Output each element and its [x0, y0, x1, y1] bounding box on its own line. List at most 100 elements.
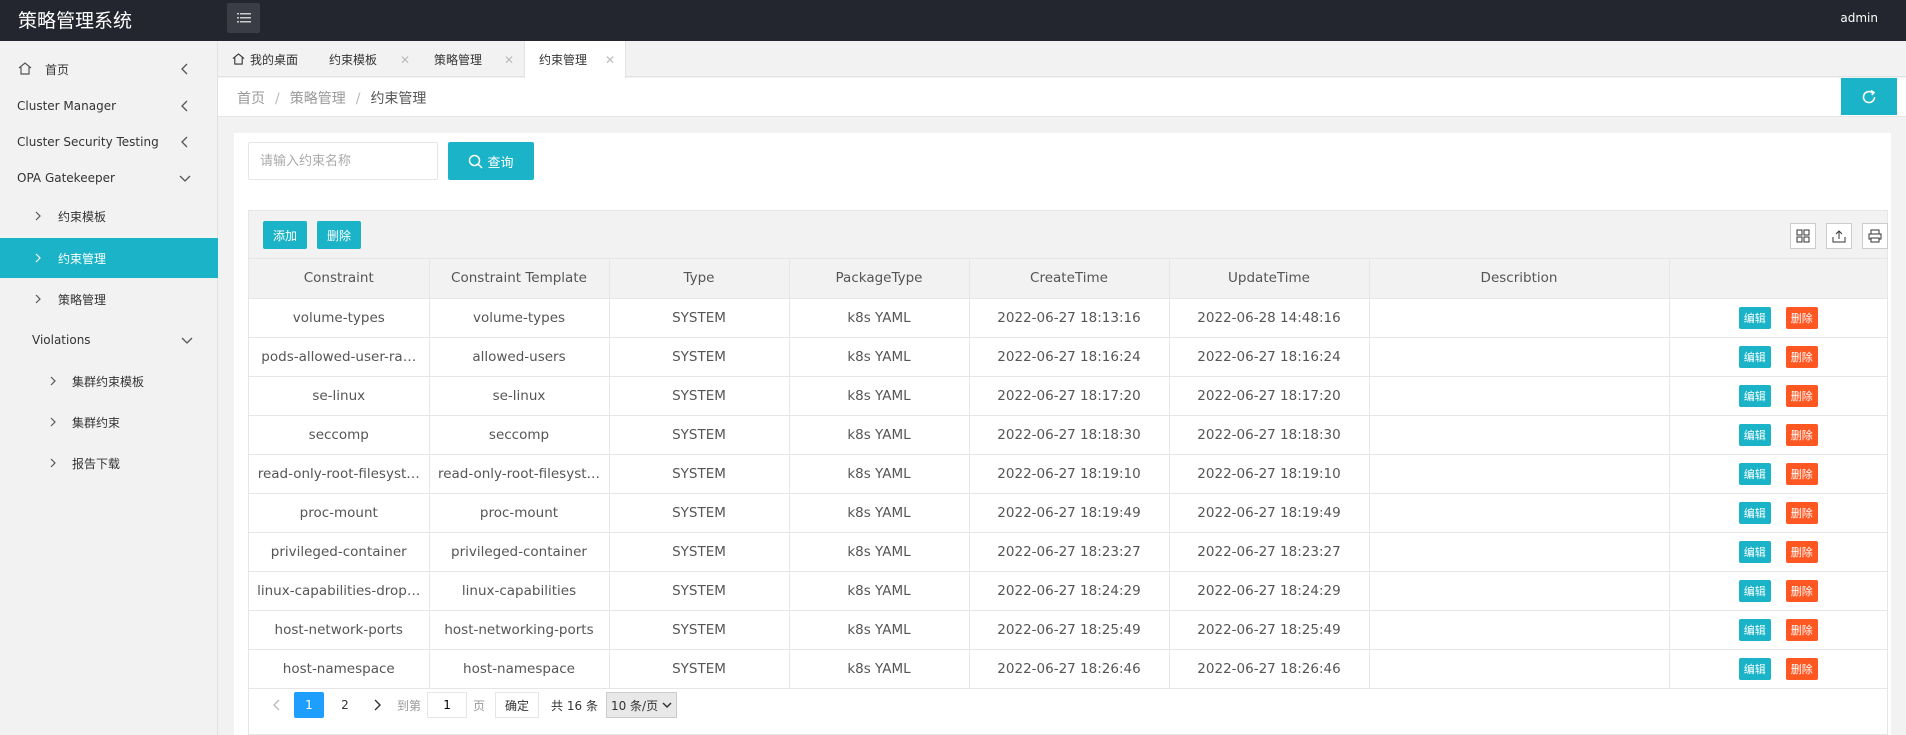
- sidebar-item-report-download[interactable]: 报告下载: [0, 443, 218, 483]
- tab-constraint-templates[interactable]: 约束模板 ✕: [316, 41, 420, 77]
- edit-button[interactable]: 编辑: [1738, 540, 1771, 563]
- edit-button[interactable]: 编辑: [1738, 579, 1771, 602]
- tab-policy-management[interactable]: 策略管理 ✕: [420, 41, 524, 77]
- breadcrumb-item-policy[interactable]: 策略管理: [290, 91, 346, 107]
- export-icon: [1832, 230, 1846, 243]
- sidebar-item-cluster-constraints[interactable]: 集群约束: [0, 402, 218, 442]
- chevron-left-icon: [273, 699, 280, 711]
- batch-delete-button[interactable]: 删除: [317, 221, 362, 249]
- sidebar-item-label: 报告下载: [72, 456, 121, 471]
- page-1-button[interactable]: 1: [294, 692, 324, 718]
- cell-package-type: k8s YAML: [789, 376, 970, 416]
- column-header-update-time[interactable]: UpdateTime: [1169, 259, 1370, 299]
- delete-button[interactable]: 删除: [1785, 501, 1818, 524]
- search-input[interactable]: [248, 142, 438, 180]
- search-button[interactable]: 查询: [448, 142, 534, 180]
- edit-button[interactable]: 编辑: [1738, 618, 1771, 641]
- edit-button[interactable]: 编辑: [1738, 423, 1771, 446]
- cell-type: SYSTEM: [609, 649, 790, 689]
- top-header: 策略管理系统 admin: [0, 0, 1906, 41]
- data-table-container: 添加 删除 Constraint Constraint Template Typ…: [248, 210, 1888, 735]
- cell-constraint-template: host-networking-ports: [429, 610, 610, 650]
- goto-page-input[interactable]: [427, 692, 468, 718]
- table-row: seccomp seccomp SYSTEM k8s YAML 2022-06-27 1…: [249, 415, 1887, 455]
- total-count: 共 16 条: [551, 698, 598, 713]
- table-row: linux-capabilities-drop… linux-capabiliti…: [249, 571, 1887, 611]
- cell-description: [1369, 298, 1670, 338]
- breadcrumb-item-home[interactable]: 首页: [237, 91, 265, 107]
- column-header-package-type[interactable]: PackageType: [789, 259, 970, 299]
- cell-constraint: se-linux: [249, 376, 430, 416]
- sidebar-item-opa-gatekeeper[interactable]: OPA Gatekeeper: [0, 158, 218, 198]
- chevron-left-icon: [181, 136, 188, 148]
- add-button[interactable]: 添加: [263, 221, 308, 249]
- sidebar-item-policy-management[interactable]: 策略管理: [0, 279, 218, 319]
- sidebar-item-cluster-manager[interactable]: Cluster Manager: [0, 86, 218, 126]
- sidebar-item-violations[interactable]: Violations: [0, 320, 218, 360]
- column-header-type[interactable]: Type: [609, 259, 790, 299]
- close-icon[interactable]: ✕: [400, 53, 410, 67]
- sidebar-item-cluster-constraint-templates[interactable]: 集群约束模板: [0, 361, 218, 401]
- cell-description: [1369, 610, 1670, 650]
- column-header-create-time[interactable]: CreateTime: [969, 259, 1170, 299]
- column-header-constraint-template[interactable]: Constraint Template: [429, 259, 610, 299]
- cell-type: SYSTEM: [609, 337, 790, 377]
- list-icon: [236, 13, 251, 23]
- page-size-select[interactable]: 10 条/页: [605, 692, 678, 718]
- goto-confirm-button[interactable]: 确定: [495, 692, 540, 718]
- edit-button[interactable]: 编辑: [1738, 657, 1771, 680]
- sidebar-item-label: Cluster Security Testing: [17, 135, 159, 149]
- prev-page-button[interactable]: [263, 692, 291, 718]
- edit-button[interactable]: 编辑: [1738, 345, 1771, 368]
- cell-type: SYSTEM: [609, 298, 790, 338]
- cell-package-type: k8s YAML: [789, 493, 970, 533]
- cell-actions: 编辑 删除: [1669, 493, 1887, 533]
- cell-constraint-template: se-linux: [429, 376, 610, 416]
- sidebar-item-constraint-templates[interactable]: 约束模板: [0, 196, 218, 236]
- cell-constraint-template: host-namespace: [429, 649, 610, 689]
- delete-button[interactable]: 删除: [1785, 657, 1818, 680]
- chevron-right-icon: [50, 376, 56, 386]
- export-button[interactable]: [1826, 223, 1852, 249]
- sidebar-item-constraint-management[interactable]: 约束管理: [0, 238, 218, 278]
- tab-constraint-management[interactable]: 约束管理 ✕: [524, 41, 626, 78]
- cell-package-type: k8s YAML: [789, 298, 970, 338]
- close-icon[interactable]: ✕: [504, 53, 514, 67]
- sidebar-item-cluster-security-testing[interactable]: Cluster Security Testing: [0, 122, 218, 162]
- edit-button[interactable]: 编辑: [1738, 384, 1771, 407]
- tab-bar: 我的桌面 约束模板 ✕ 策略管理 ✕ 约束管理 ✕: [218, 41, 1906, 78]
- delete-button[interactable]: 删除: [1785, 462, 1818, 485]
- delete-button[interactable]: 删除: [1785, 618, 1818, 641]
- cell-update-time: 2022-06-27 18:24:29: [1169, 571, 1370, 611]
- sidebar-item-home[interactable]: 首页: [0, 49, 218, 89]
- cell-description: [1369, 649, 1670, 689]
- column-header-actions: [1669, 259, 1887, 299]
- edit-button[interactable]: 编辑: [1738, 462, 1771, 485]
- delete-button[interactable]: 删除: [1785, 306, 1818, 329]
- print-icon: [1868, 229, 1882, 243]
- cell-type: SYSTEM: [609, 571, 790, 611]
- cell-package-type: k8s YAML: [789, 571, 970, 611]
- table-toolbar: 添加 删除: [249, 211, 1888, 259]
- refresh-button[interactable]: [1841, 78, 1897, 115]
- print-button[interactable]: [1862, 223, 1888, 249]
- edit-button[interactable]: 编辑: [1738, 306, 1771, 329]
- column-header-description[interactable]: Describtion: [1369, 259, 1670, 299]
- tab-desktop[interactable]: 我的桌面: [218, 41, 318, 77]
- page-2-button[interactable]: 2: [330, 692, 360, 718]
- columns-filter-button[interactable]: [1790, 223, 1816, 249]
- next-page-button[interactable]: [363, 692, 391, 718]
- edit-button[interactable]: 编辑: [1738, 501, 1771, 524]
- delete-button[interactable]: 删除: [1785, 423, 1818, 446]
- column-header-constraint[interactable]: Constraint: [249, 259, 430, 299]
- cell-update-time: 2022-06-27 18:19:49: [1169, 493, 1370, 533]
- user-menu[interactable]: admin: [1840, 11, 1878, 25]
- menu-toggle-button[interactable]: [227, 3, 260, 33]
- tab-label: 我的桌面: [250, 52, 299, 67]
- chevron-left-icon: [181, 63, 188, 75]
- close-icon[interactable]: ✕: [605, 53, 615, 67]
- delete-button[interactable]: 删除: [1785, 345, 1818, 368]
- delete-button[interactable]: 删除: [1785, 540, 1818, 563]
- delete-button[interactable]: 删除: [1785, 384, 1818, 407]
- delete-button[interactable]: 删除: [1785, 579, 1818, 602]
